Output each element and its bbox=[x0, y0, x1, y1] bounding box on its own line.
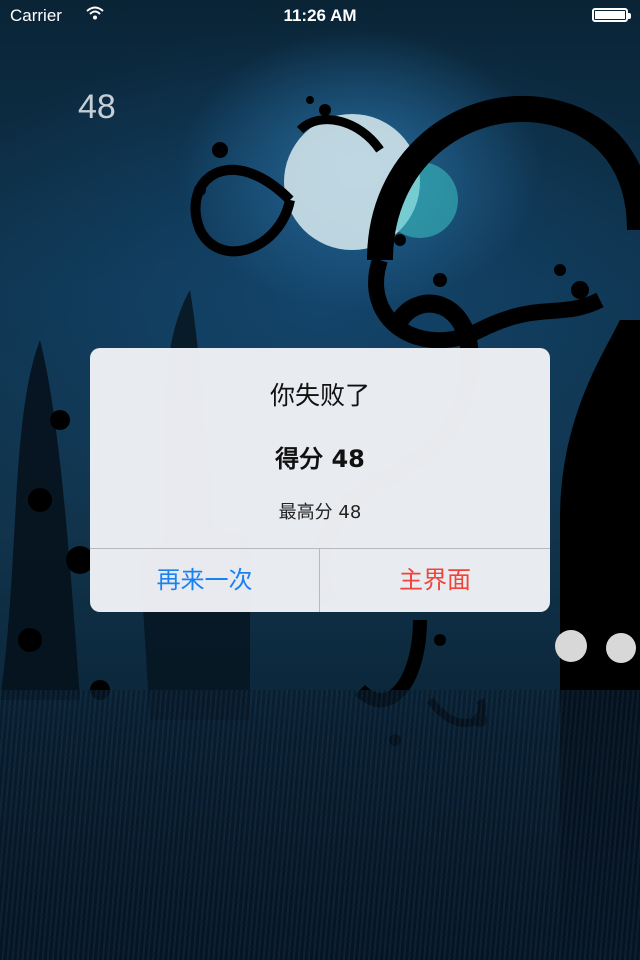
status-time: 11:26 AM bbox=[283, 6, 357, 25]
retry-button[interactable]: 再来一次 bbox=[90, 549, 319, 612]
creature-eye-right bbox=[606, 633, 636, 663]
creature-eye-left bbox=[555, 630, 587, 662]
dialog-best-score: 最高分 48 bbox=[278, 502, 362, 523]
dialog-title: 你失败了 bbox=[269, 381, 370, 410]
dialog-score: 得分 48 bbox=[275, 445, 365, 473]
main-menu-button[interactable]: 主界面 bbox=[320, 549, 550, 612]
status-bar: Carrier 11:26 AM bbox=[0, 0, 640, 30]
battery-icon bbox=[592, 8, 631, 22]
grass-field bbox=[0, 690, 640, 960]
score-display: 48 bbox=[78, 88, 116, 126]
game-over-dialog: 你失败了 得分 48 最高分 48 再来一次 主界面 bbox=[90, 348, 550, 612]
